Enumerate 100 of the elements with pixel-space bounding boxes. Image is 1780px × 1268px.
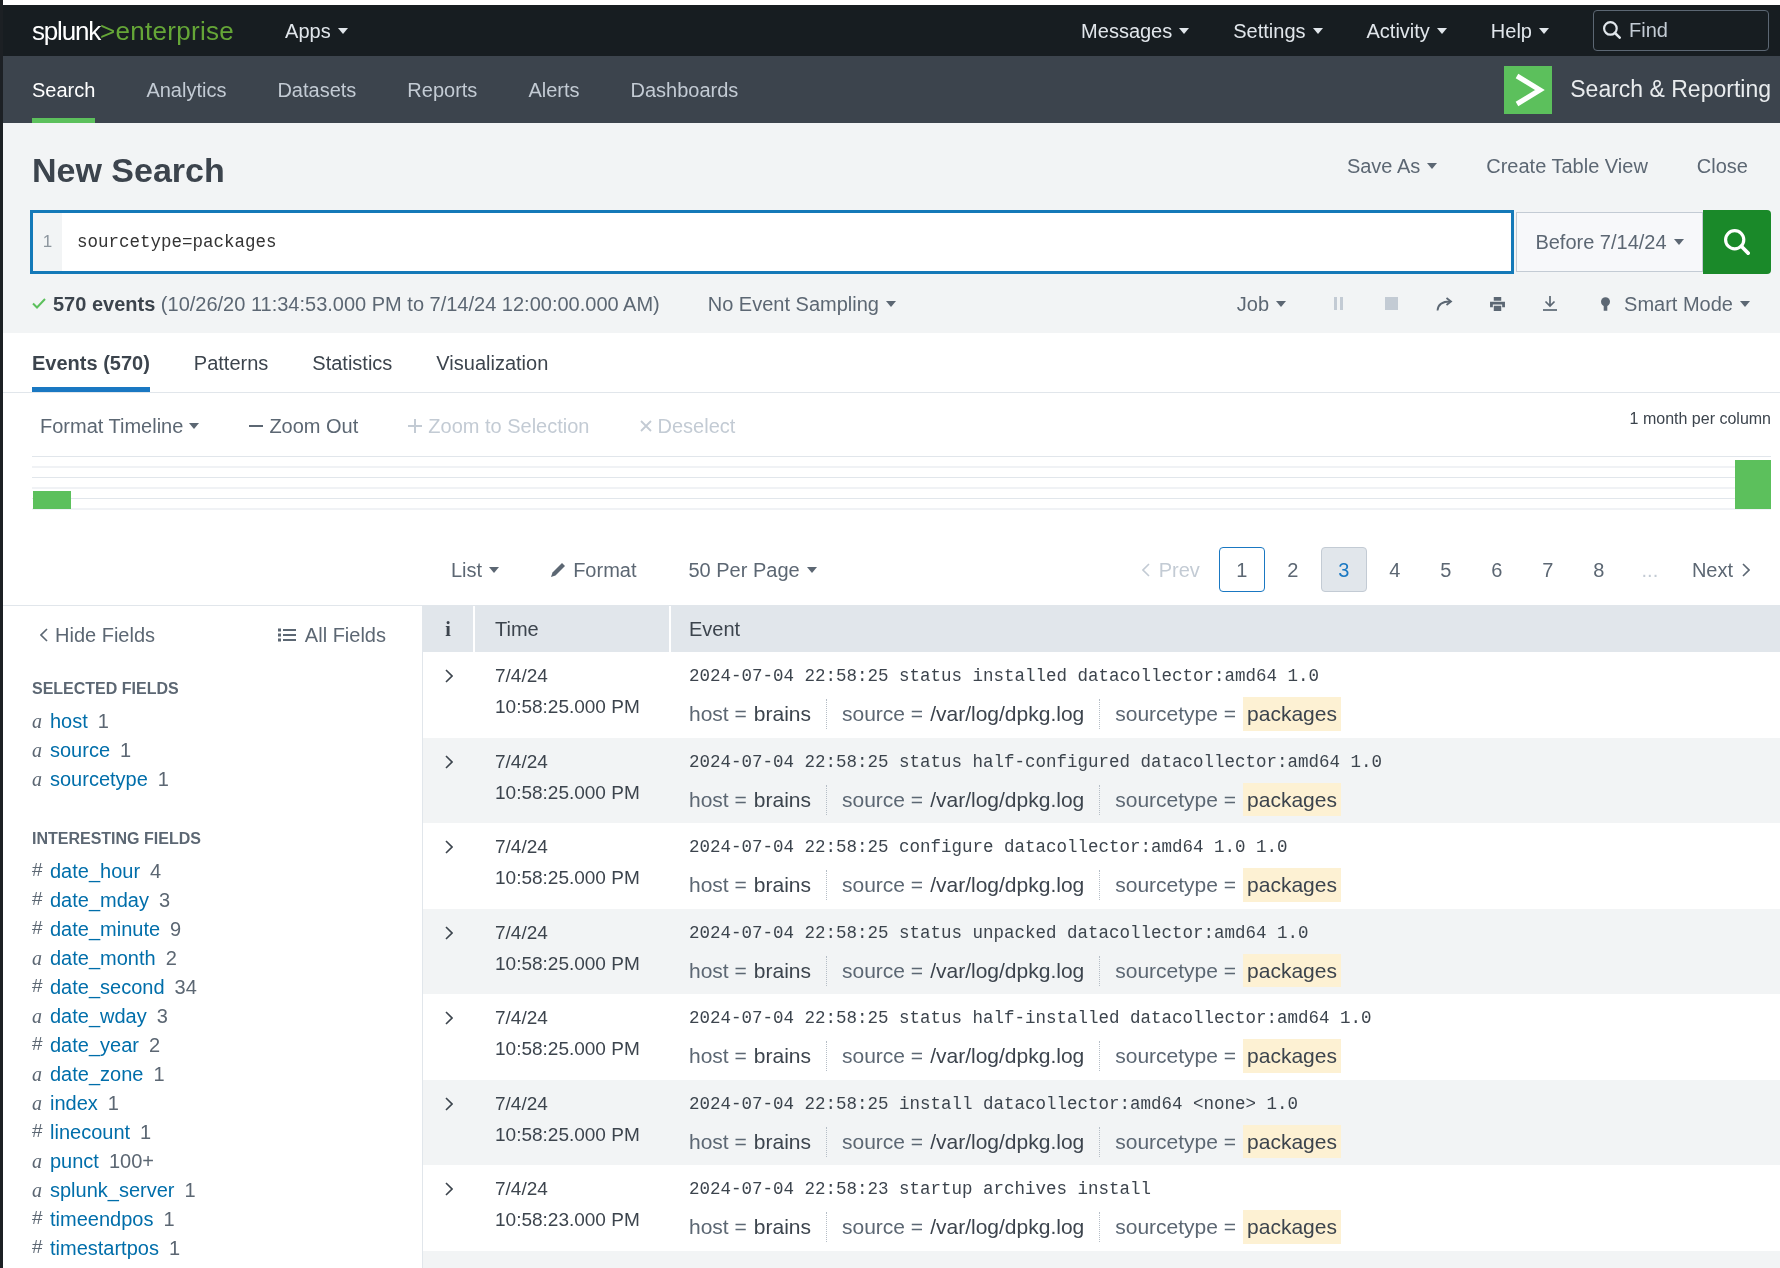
app-nav-tab[interactable]: Analytics [146, 56, 227, 123]
page-button[interactable]: 4 [1371, 547, 1418, 592]
search-mode-menu[interactable]: Smart Mode [1601, 288, 1750, 319]
header-action-button[interactable]: Close [1696, 151, 1748, 181]
page-button[interactable]: 2 [1269, 547, 1316, 592]
field-value[interactable]: /var/log/dpkg.log [930, 954, 1085, 987]
app-nav-tab[interactable]: Dashboards [630, 56, 739, 123]
caret-icon [1740, 300, 1750, 307]
field-name-link[interactable]: date_second [50, 971, 165, 1002]
field-name-link[interactable]: splunk_server [50, 1174, 175, 1205]
job-menu[interactable]: Job [1236, 288, 1287, 319]
field-name-link[interactable]: date_month [50, 942, 156, 973]
field-value[interactable]: packages [1243, 1124, 1341, 1159]
download-icon[interactable] [1543, 296, 1558, 311]
field-value[interactable]: /var/log/dpkg.log [930, 1040, 1085, 1072]
apps-menu[interactable]: Apps [285, 15, 348, 46]
field-name-link[interactable]: punct [50, 1145, 99, 1176]
next-page-button[interactable]: Next [1677, 547, 1764, 592]
sampling-menu[interactable]: No Event Sampling [707, 288, 896, 319]
format-button[interactable]: Format [551, 554, 637, 585]
header-action-button[interactable]: Create Table View [1486, 151, 1648, 181]
field-name-link[interactable]: source [50, 734, 111, 765]
event-time: 10:58:25.000 PM [495, 780, 640, 805]
page-button[interactable]: 8 [1575, 547, 1622, 592]
field-name-link[interactable]: date_mday [50, 884, 149, 915]
result-tab[interactable]: Patterns [193, 333, 269, 392]
page-button[interactable]: 7 [1524, 547, 1571, 592]
field-value[interactable]: /var/log/dpkg.log [930, 783, 1085, 816]
nav-menu[interactable]: Help [1490, 15, 1549, 46]
field-name-link[interactable]: date_minute [50, 913, 161, 944]
printer-icon[interactable] [1489, 296, 1505, 311]
find-field[interactable]: Find [1593, 10, 1769, 51]
app-nav-tab[interactable]: Reports [407, 56, 478, 123]
app-nav-tab[interactable]: Alerts [528, 56, 580, 123]
search-button[interactable] [1703, 210, 1771, 274]
page-button[interactable]: 6 [1473, 547, 1520, 592]
field-value[interactable]: packages [1243, 697, 1341, 731]
field-name-link[interactable]: linecount [50, 1116, 131, 1147]
field-name-link[interactable]: date_hour [50, 855, 141, 886]
product-logo[interactable]: splunk>enterprise [32, 17, 235, 44]
field-label: host = [689, 1128, 747, 1155]
nav-menu[interactable]: Settings [1233, 15, 1323, 46]
field-label: sourcetype = [1115, 701, 1237, 728]
field-name-link[interactable]: date_zone [50, 1058, 144, 1089]
chevron-right-icon[interactable] [445, 925, 453, 940]
chevron-right-icon[interactable] [445, 669, 453, 683]
list-view-menu[interactable]: List [451, 554, 500, 585]
event-date: 7/4/24 [495, 1091, 548, 1116]
nav-menu[interactable]: Activity [1366, 15, 1447, 46]
chevron-right-icon[interactable] [445, 1182, 453, 1196]
timeline-control[interactable]: Format Timeline [40, 411, 200, 441]
nav-menu[interactable]: Messages [1081, 15, 1190, 46]
close-icon [639, 420, 652, 432]
field-name-link[interactable]: sourcetype [50, 763, 148, 794]
per-page-menu[interactable]: 50 Per Page [688, 554, 817, 585]
result-tab[interactable]: Events (570) [32, 333, 150, 392]
result-tab[interactable]: Statistics [312, 333, 393, 392]
event-time: 10:58:25.000 PM [495, 1122, 640, 1147]
field-value[interactable]: brains [753, 1125, 811, 1158]
page-button[interactable]: 1 [1218, 547, 1265, 592]
field-value[interactable]: brains [753, 869, 811, 901]
header-action-button[interactable]: Save As [1346, 151, 1438, 181]
app-nav-tab[interactable]: Datasets [277, 56, 357, 123]
chevron-right-icon[interactable] [445, 840, 453, 854]
result-tab[interactable]: Visualization [436, 333, 549, 392]
field-value[interactable]: packages [1243, 1039, 1341, 1073]
column-header: Time [495, 617, 539, 642]
hide-fields-button[interactable]: Hide Fields [40, 620, 156, 650]
field-value[interactable]: brains [753, 1040, 811, 1072]
chevron-right-icon[interactable] [445, 754, 453, 769]
chevron-right-icon[interactable] [445, 1096, 453, 1111]
field-value-count: 1 [97, 708, 109, 734]
field-value[interactable]: brains [753, 698, 811, 730]
field-value[interactable]: /var/log/dpkg.log [930, 869, 1085, 901]
field-name-link[interactable]: date_wday [50, 1000, 147, 1031]
field-name-link[interactable]: date_year [50, 1029, 139, 1060]
field-value[interactable]: brains [753, 1211, 811, 1243]
field-value[interactable]: /var/log/dpkg.log [930, 1211, 1085, 1243]
field-value[interactable]: brains [753, 954, 811, 987]
field-value[interactable]: packages [1243, 1210, 1341, 1244]
column-header: Event [689, 617, 741, 642]
page-button[interactable]: 3 [1320, 547, 1367, 592]
timeline-control[interactable]: Zoom Out [249, 411, 359, 441]
all-fields-button[interactable]: All Fields [277, 620, 386, 650]
field-value[interactable]: packages [1243, 782, 1341, 817]
field-value[interactable]: brains [753, 783, 811, 816]
event-date: 7/4/24 [495, 920, 548, 945]
field-name-link[interactable]: timestartpos [50, 1232, 159, 1263]
page-button[interactable]: 5 [1422, 547, 1469, 592]
share-arrow-icon[interactable] [1435, 296, 1453, 311]
time-range-picker[interactable]: Before 7/14/24 [1516, 212, 1703, 272]
field-value[interactable]: /var/log/dpkg.log [930, 1125, 1085, 1158]
field-name-link[interactable]: index [50, 1087, 98, 1118]
field-name-link[interactable]: timeendpos [50, 1203, 154, 1234]
field-value[interactable]: packages [1243, 953, 1341, 988]
chevron-right-icon[interactable] [445, 1011, 453, 1025]
field-name-link[interactable]: host [50, 705, 88, 736]
field-value-count: 1 [157, 766, 169, 792]
field-value[interactable]: /var/log/dpkg.log [930, 698, 1085, 730]
field-value[interactable]: packages [1243, 868, 1341, 902]
